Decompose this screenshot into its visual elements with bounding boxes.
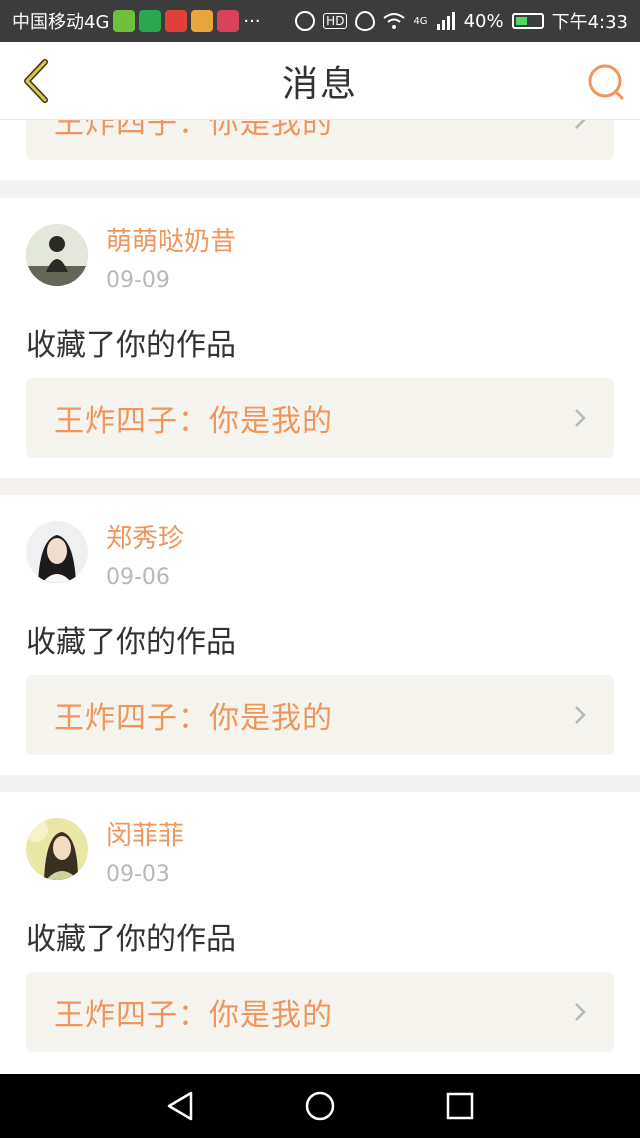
hd-badge: HD [323,13,348,29]
nav-home-button[interactable] [300,1086,340,1126]
avatar[interactable] [26,818,88,880]
triangle-back-icon [167,1091,193,1121]
avatar[interactable] [26,224,88,286]
battery-icon [511,13,544,29]
search-button[interactable] [586,62,626,102]
reader-app-icon [217,10,240,32]
work-link[interactable]: 王炸四子：你是我的 [26,675,614,755]
avatar[interactable] [26,521,88,583]
avatar-image [26,818,88,880]
battery-percent: 40% [463,10,504,32]
username[interactable]: 闵菲菲 [106,818,184,854]
work-title: 王炸四子：你是我的 [54,701,333,736]
page-title: 消息 [281,63,358,105]
work-title: 王炸四子：你是我的 [54,120,333,141]
nav-recent-button[interactable] [440,1086,480,1126]
more-notifications-label: ··· [243,10,261,32]
weibo-app-icon [165,10,188,32]
username[interactable]: 郑秀珍 [106,521,184,557]
signal-icon [436,12,455,30]
work-title: 王炸四子：你是我的 [54,998,333,1033]
search-icon [588,64,624,100]
game-app-icon [191,10,214,32]
status-bar: 中国移动4G ··· HD 4G 40% 下午4:33 [0,0,640,42]
message-date: 09-06 [106,565,170,590]
carrier-label: 中国移动4G [12,12,110,33]
message-date: 09-09 [106,268,170,293]
avatar-image [26,521,88,583]
square-recent-icon [446,1092,474,1120]
message-card: 王炸四子：你是我的 [0,120,640,180]
eye-icon [355,11,376,31]
message-user[interactable]: 闵菲菲 09-03 [26,818,184,890]
message-card: 萌萌哒奶昔 09-09 收藏了你的作品 王炸四子：你是我的 [0,198,640,478]
browser-app-icon [139,10,162,32]
chevron-right-icon [575,1003,586,1021]
action-text: 收藏了你的作品 [26,328,236,363]
circle-home-icon [305,1091,335,1121]
back-button[interactable] [16,58,56,104]
avatar-image [26,224,88,286]
nav-back-button[interactable] [160,1086,200,1126]
work-link[interactable]: 王炸四子：你是我的 [26,972,614,1052]
work-link[interactable]: 王炸四子：你是我的 [26,378,614,458]
chevron-right-icon [575,120,586,129]
work-link[interactable]: 王炸四子：你是我的 [26,120,614,160]
action-text: 收藏了你的作品 [26,922,236,957]
chevron-left-icon [24,59,48,103]
chevron-right-icon [575,706,586,724]
network-type-label: 4G [413,15,428,27]
video-app-icon [113,10,136,32]
work-title: 王炸四子：你是我的 [54,404,333,439]
message-date: 09-03 [106,862,170,887]
username[interactable]: 萌萌哒奶昔 [106,224,236,260]
clock-time: 下午4:33 [551,12,628,33]
message-card: 闵菲菲 09-03 收藏了你的作品 王炸四子：你是我的 [0,792,640,1074]
alarm-icon [295,11,316,31]
message-list: 王炸四子：你是我的 萌萌哒奶昔 09-09 收藏了你的作品 王炸四子：你是我的 [0,120,640,1074]
message-card: 郑秀珍 09-06 收藏了你的作品 王炸四子：你是我的 [0,495,640,775]
chevron-right-icon [575,409,586,427]
header-bar: 消息 [0,42,640,120]
wifi-icon [383,13,406,29]
action-text: 收藏了你的作品 [26,625,236,660]
message-user[interactable]: 郑秀珍 09-06 [26,521,184,593]
message-user[interactable]: 萌萌哒奶昔 09-09 [26,224,236,296]
system-nav-bar [0,1074,640,1138]
